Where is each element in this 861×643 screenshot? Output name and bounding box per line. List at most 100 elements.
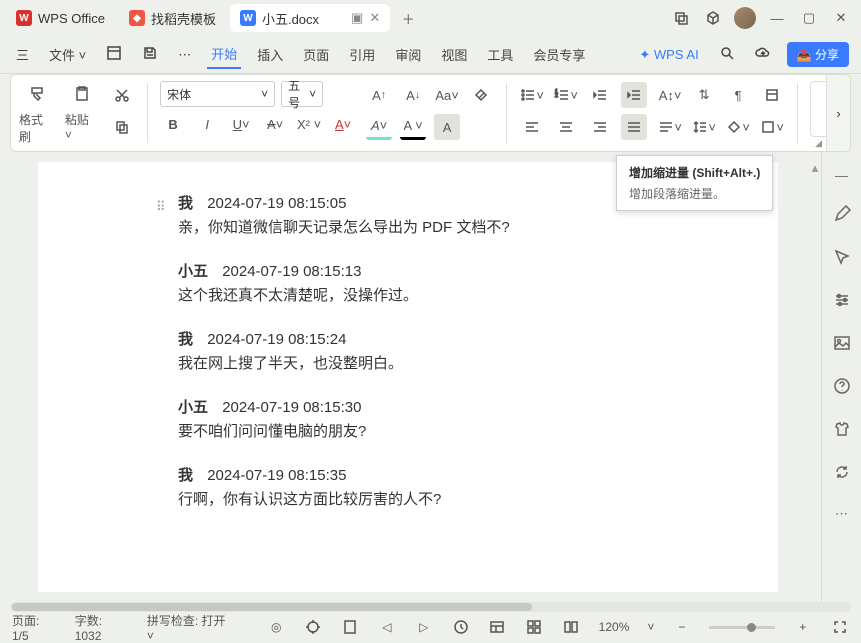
decrease-indent-button[interactable]	[587, 82, 613, 108]
window-icon[interactable]: ▣	[351, 10, 363, 26]
copy-icon[interactable]	[109, 114, 135, 140]
copy-icon[interactable]	[667, 4, 695, 32]
layout-icon[interactable]	[488, 617, 507, 637]
menu-insert[interactable]: 插入	[253, 41, 287, 68]
cut-icon[interactable]	[109, 82, 135, 108]
message-block: 小五 2024-07-19 08:15:30 要不咱们问问懂电脑的朋友?	[178, 396, 778, 444]
tshirt-icon[interactable]	[833, 420, 851, 441]
drag-handle-icon[interactable]: ⠿	[156, 199, 164, 215]
close-button[interactable]: ✕	[827, 4, 855, 32]
settings-icon[interactable]	[833, 291, 851, 312]
search-icon[interactable]	[715, 41, 739, 68]
grid-icon[interactable]	[525, 617, 544, 637]
document-page[interactable]: ⠿ 我 2024-07-19 08:15:05 亲，你知道微信聊天记录怎么导出为…	[38, 162, 778, 592]
tab-templates[interactable]: ◆ 找稻壳模板	[119, 4, 226, 32]
paste-icon[interactable]	[69, 81, 95, 107]
avatar[interactable]	[731, 4, 759, 32]
strikethrough-button[interactable]: A ˅	[262, 111, 288, 137]
menu-member[interactable]: 会员专享	[529, 41, 589, 68]
clear-format-button[interactable]	[468, 82, 494, 108]
change-case-button[interactable]: Aa˅	[434, 82, 460, 108]
tab-wps-office[interactable]: W WPS Office	[6, 4, 115, 32]
scroll-up-icon[interactable]: ▴	[812, 160, 819, 176]
hamburger-icon[interactable]: 三	[12, 41, 33, 68]
bold-button[interactable]: B	[160, 111, 186, 137]
align-right-button[interactable]	[587, 114, 613, 140]
minus-icon[interactable]: —	[835, 168, 848, 183]
borders-button[interactable]: ˅	[759, 114, 785, 140]
more-icon[interactable]: ⋯	[835, 506, 848, 522]
expand-ribbon-button[interactable]: ›	[826, 75, 850, 151]
superscript-button[interactable]: X² ˅	[296, 111, 322, 137]
menu-tools[interactable]: 工具	[483, 41, 517, 68]
tab-label: 找稻壳模板	[151, 9, 216, 28]
more-icon[interactable]: ⋯	[174, 43, 195, 67]
help-icon[interactable]	[833, 377, 851, 398]
share-button[interactable]: 📤 分享	[787, 42, 849, 67]
underline-button[interactable]: U ˅	[228, 111, 254, 137]
zoom-out-button[interactable]: −	[672, 617, 691, 637]
maximize-button[interactable]: ▢	[795, 4, 823, 32]
refresh-icon[interactable]	[833, 463, 851, 484]
font-name-select[interactable]: 宋体˅	[160, 81, 275, 107]
minimize-button[interactable]: —	[763, 4, 791, 32]
fullscreen-icon[interactable]	[830, 617, 849, 637]
format-painter-icon[interactable]	[24, 81, 50, 107]
zoom-slider[interactable]	[709, 626, 775, 629]
new-tab-button[interactable]: ＋	[394, 4, 422, 32]
msg-text: 这个我还真不太清楚呢，没操作过。	[178, 287, 418, 304]
menu-start[interactable]: 开始	[207, 40, 241, 69]
spellcheck-status[interactable]: 拼写检查: 打开 ˅	[147, 612, 231, 643]
font-size-select[interactable]: 五号˅	[281, 81, 323, 107]
page-view-icon[interactable]	[341, 617, 360, 637]
save-icon[interactable]	[138, 41, 162, 68]
bullet-list-button[interactable]: ˅	[519, 82, 545, 108]
read-mode-icon[interactable]	[562, 617, 581, 637]
line-spacing-button[interactable]: ˅	[691, 114, 717, 140]
cursor-icon[interactable]	[833, 248, 851, 269]
font-color-button[interactable]: A ˅	[400, 114, 426, 140]
highlight-button[interactable]: A˅	[366, 114, 392, 140]
shrink-font-button[interactable]: A↓	[400, 82, 426, 108]
tab-document[interactable]: W 小五.docx ▣ ✕	[230, 4, 390, 32]
menu-review[interactable]: 审阅	[391, 41, 425, 68]
tb-icon[interactable]	[102, 41, 126, 68]
clock-icon[interactable]	[451, 617, 470, 637]
italic-button[interactable]: I	[194, 111, 220, 137]
sort-button[interactable]: ⇅	[691, 82, 717, 108]
align-justify-button[interactable]	[621, 114, 647, 140]
menu-reference[interactable]: 引用	[345, 41, 379, 68]
cloud-icon[interactable]	[751, 41, 775, 68]
pencil-icon[interactable]	[833, 205, 851, 226]
menu-page[interactable]: 页面	[299, 41, 333, 68]
image-icon[interactable]	[833, 334, 851, 355]
grow-font-button[interactable]: A↑	[366, 82, 392, 108]
menu-view[interactable]: 视图	[437, 41, 471, 68]
zoom-in-button[interactable]: +	[793, 617, 812, 637]
horizontal-scrollbar[interactable]	[10, 602, 851, 612]
target-icon[interactable]	[304, 617, 323, 637]
paragraph-button[interactable]: ¶	[725, 82, 751, 108]
align-left-button[interactable]	[519, 114, 545, 140]
wps-ai-button[interactable]: ✦ WPS AI	[635, 43, 702, 67]
play-icon[interactable]: ▷	[414, 617, 433, 637]
prev-icon[interactable]: ◁	[377, 617, 396, 637]
increase-indent-button[interactable]	[621, 82, 647, 108]
close-tab-icon[interactable]: ✕	[369, 10, 380, 26]
align-center-button[interactable]	[553, 114, 579, 140]
tabs-button[interactable]	[759, 82, 785, 108]
word-count[interactable]: 字数: 1032	[75, 612, 129, 643]
ribbon-corner-icon[interactable]: ◢	[815, 138, 822, 149]
zoom-level[interactable]: 120%	[599, 620, 630, 634]
file-menu[interactable]: 文件 ˅	[45, 41, 90, 68]
text-direction-button[interactable]: A↕˅	[657, 82, 683, 108]
cube-icon[interactable]	[699, 4, 727, 32]
page-indicator[interactable]: 页面: 1/5	[12, 612, 57, 643]
record-icon[interactable]: ◎	[267, 617, 286, 637]
text-effect-button[interactable]: A ˅	[330, 111, 356, 137]
char-shading-button[interactable]: A	[434, 114, 460, 140]
distribute-button[interactable]: ˅	[657, 114, 683, 140]
zoom-dropdown[interactable]: ˅	[647, 620, 654, 634]
number-list-button[interactable]: 12˅	[553, 82, 579, 108]
shading-button[interactable]: ˅	[725, 114, 751, 140]
